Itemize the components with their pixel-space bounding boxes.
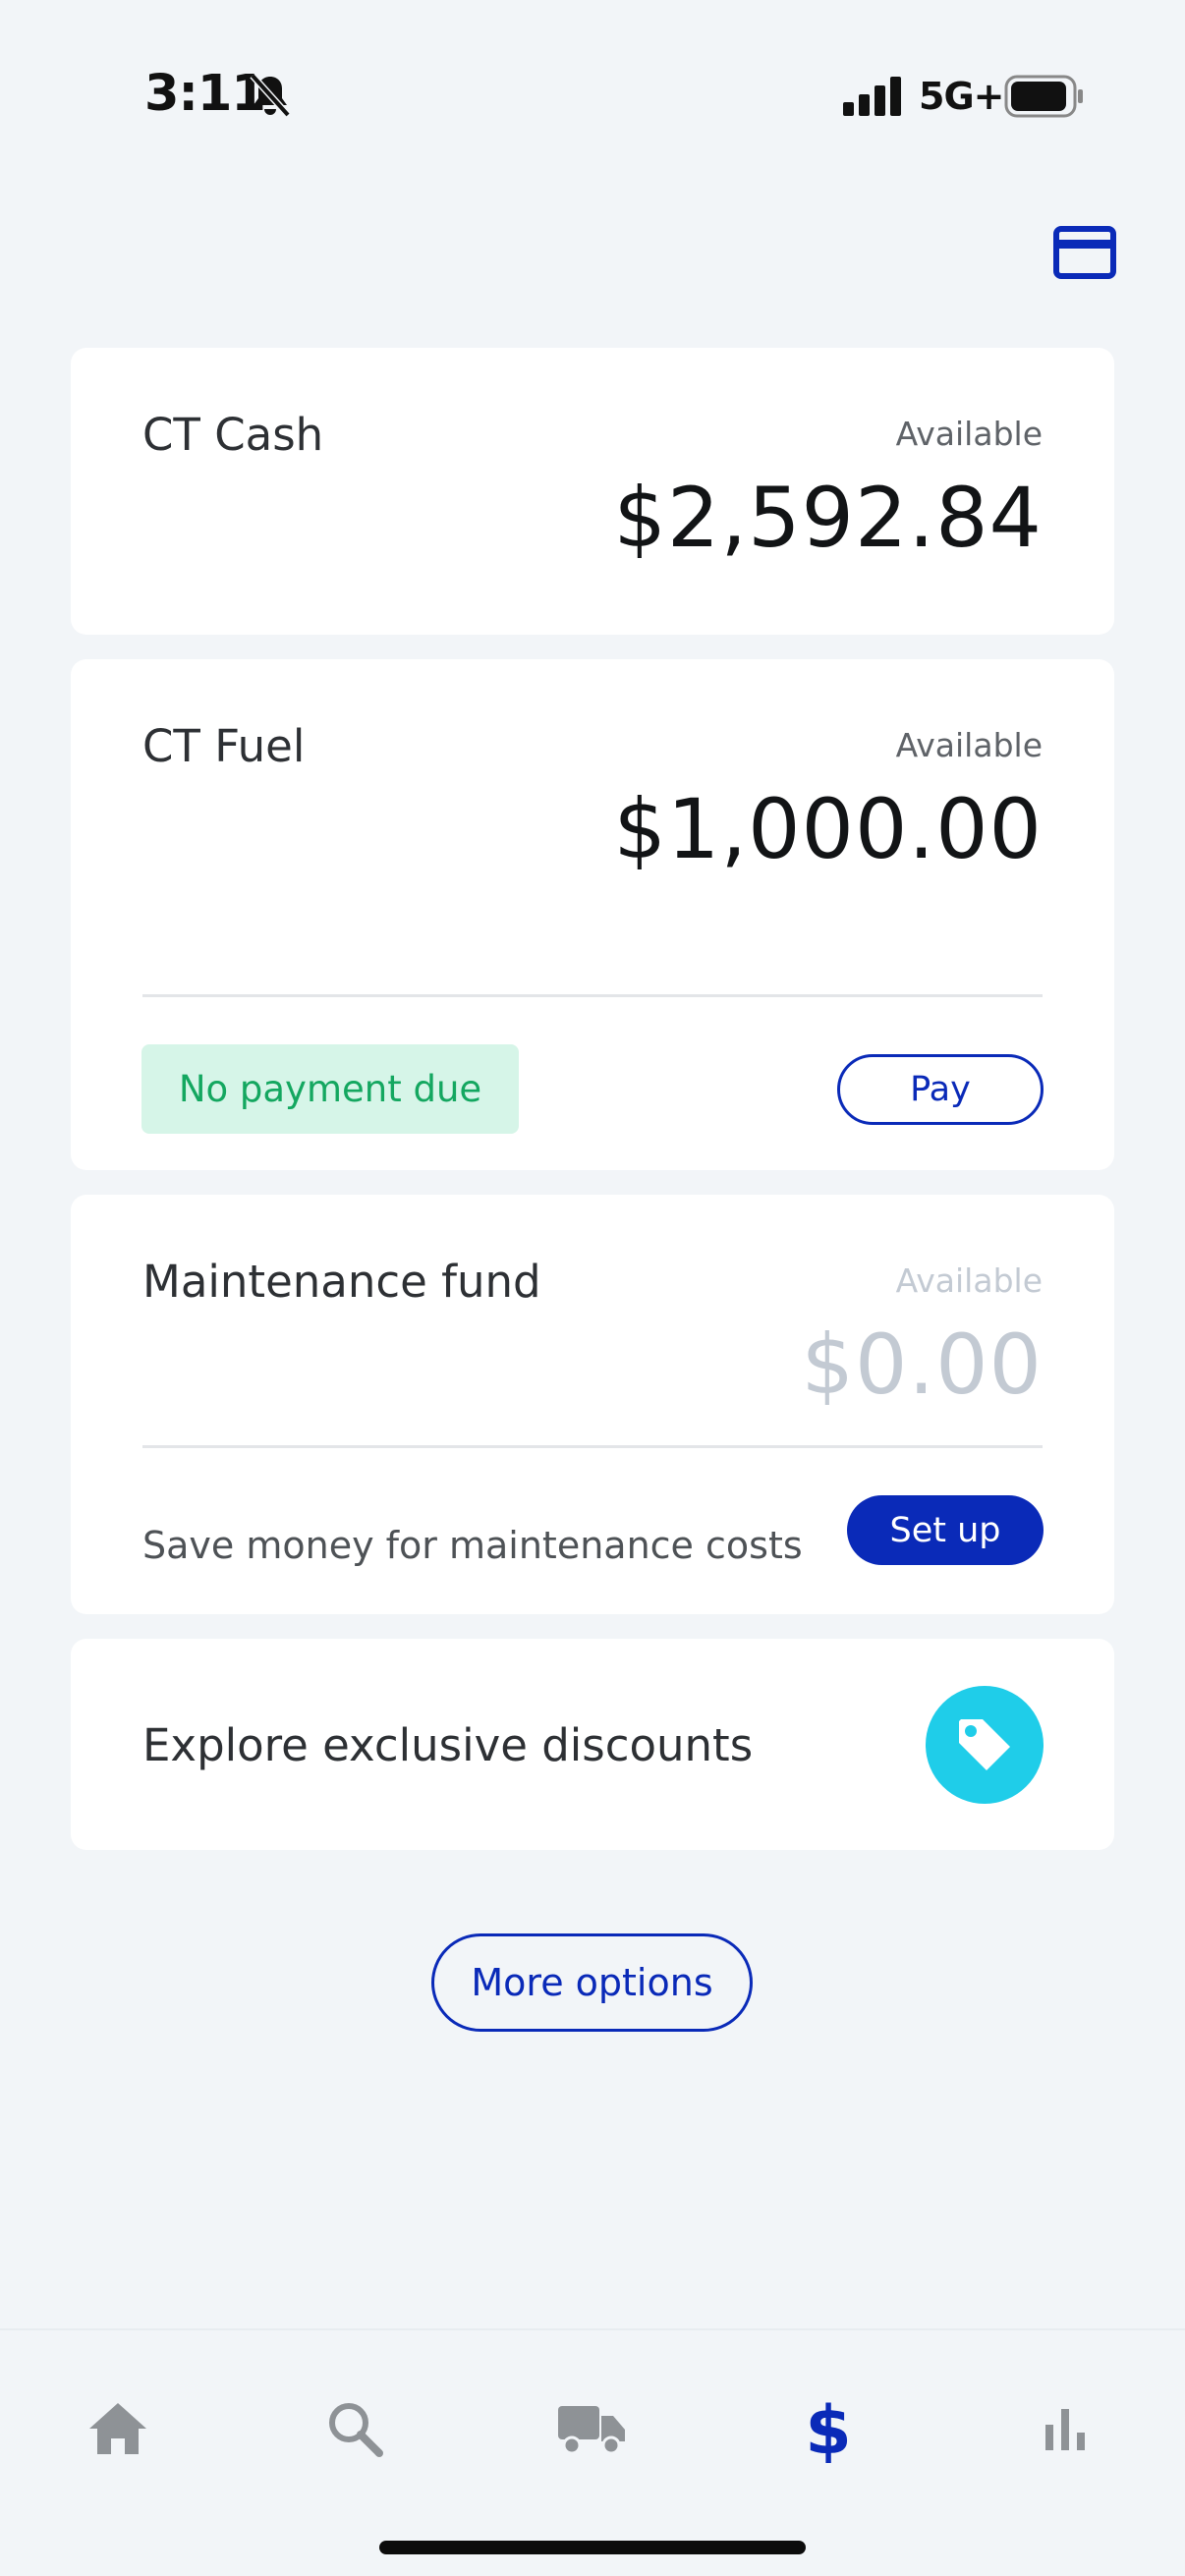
available-label: Available xyxy=(895,726,1043,764)
dollar-icon: $ xyxy=(805,2394,851,2463)
maintenance-fund-card[interactable]: Maintenance fund Available $0.00 Save mo… xyxy=(71,1195,1114,1614)
svg-text:$: $ xyxy=(805,2394,851,2463)
card-title: CT Cash xyxy=(142,409,324,461)
tab-insights[interactable] xyxy=(1016,2380,1114,2478)
bell-off-icon xyxy=(250,73,291,118)
home-indicator xyxy=(379,2541,806,2554)
bottom-tab-bar: $ xyxy=(0,2328,1185,2576)
available-label: Available xyxy=(895,415,1043,453)
search-icon xyxy=(329,2403,383,2457)
pay-button[interactable]: Pay xyxy=(837,1054,1044,1125)
status-time: 3:11 xyxy=(144,65,266,123)
bar-chart-icon xyxy=(1045,2409,1085,2450)
ct-cash-card[interactable]: CT Cash Available $2,592.84 xyxy=(71,348,1114,635)
tab-loads[interactable] xyxy=(542,2380,641,2478)
cellular-signal-icon xyxy=(843,77,901,116)
tab-wallet[interactable]: $ xyxy=(779,2380,877,2478)
tab-search[interactable] xyxy=(306,2380,404,2478)
available-label: Available xyxy=(895,1261,1043,1300)
maintenance-description: Save money for maintenance costs xyxy=(142,1524,803,1567)
network-type: 5G+ xyxy=(919,75,1004,118)
balance-amount: $1,000.00 xyxy=(613,781,1043,877)
tag-icon xyxy=(959,1719,1010,1770)
divider xyxy=(142,1445,1043,1448)
ct-fuel-card[interactable]: CT Fuel Available $1,000.00 No payment d… xyxy=(71,659,1114,1170)
card-title: Explore exclusive discounts xyxy=(142,1719,754,1771)
set-up-button[interactable]: Set up xyxy=(847,1495,1044,1565)
discounts-card[interactable]: Explore exclusive discounts xyxy=(71,1639,1114,1850)
discount-tag-button[interactable] xyxy=(926,1686,1044,1804)
payment-status-badge: No payment due xyxy=(141,1044,519,1134)
tab-home[interactable] xyxy=(69,2380,167,2478)
truck-icon xyxy=(558,2406,625,2455)
balance-amount: $2,592.84 xyxy=(613,470,1043,566)
credit-card-icon[interactable] xyxy=(1053,226,1116,279)
wallet-screen: 3:11 5G+ CT Cash Available $2,592.84 CT … xyxy=(0,0,1185,2576)
card-title: Maintenance fund xyxy=(142,1256,541,1308)
card-title: CT Fuel xyxy=(142,720,306,772)
more-options-button[interactable]: More options xyxy=(431,1933,753,2032)
battery-icon xyxy=(1004,75,1083,118)
divider xyxy=(142,994,1043,997)
home-icon xyxy=(89,2403,146,2454)
balance-amount: $0.00 xyxy=(801,1316,1043,1413)
